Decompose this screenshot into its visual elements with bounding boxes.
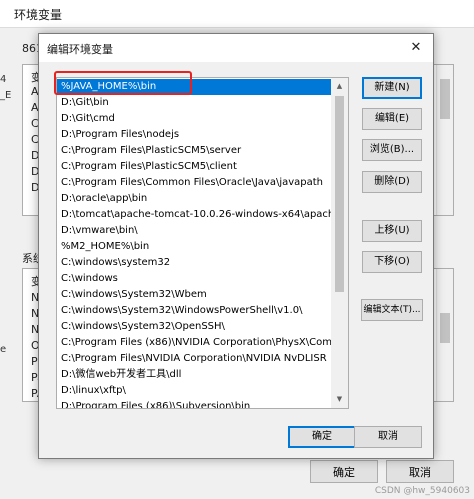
user-table-scrollbar[interactable] — [436, 65, 453, 215]
path-list[interactable]: %JAVA_HOME%\bin D:\Git\bin D:\Git\cmd D:… — [56, 77, 349, 409]
edit-button[interactable]: 编辑(E) — [362, 108, 422, 130]
path-list-item[interactable]: D:\微信web开发者工具\dll — [57, 367, 332, 383]
cancel-button[interactable]: 取消 — [354, 426, 422, 448]
path-list-item[interactable]: C:\Program Files\PlasticSCM5\client — [57, 159, 332, 175]
parent-title-bar: 环境变量 — [0, 0, 474, 28]
path-list-item[interactable]: D:\tomcat\apache-tomcat-10.0.26-windows-… — [57, 207, 332, 223]
path-list-item[interactable]: %JAVA_HOME%\bin — [57, 79, 332, 95]
path-list-scrollbar[interactable]: ▲ ▼ — [331, 78, 348, 408]
left-edge-text: _E — [0, 90, 12, 101]
path-list-item[interactable]: D:\vmware\bin\ — [57, 223, 332, 239]
path-list-item[interactable]: D:\Program Files (x86)\Subversion\bin — [57, 399, 332, 408]
path-list-item[interactable]: D:\oracle\app\bin — [57, 191, 332, 207]
path-list-item[interactable]: %M2_HOME%\bin — [57, 239, 332, 255]
dialog-title: 编辑环境变量 — [47, 43, 113, 56]
path-list-item[interactable]: D:\linux\xftp\ — [57, 383, 332, 399]
scrollbar-thumb[interactable] — [440, 313, 450, 343]
left-edge-text: 4 — [0, 74, 7, 85]
scroll-up-arrow-icon[interactable]: ▲ — [331, 78, 348, 95]
ok-button[interactable]: 确定 — [288, 426, 356, 448]
path-list-item[interactable]: C:\windows\system32 — [57, 255, 332, 271]
parent-window-title: 环境变量 — [14, 8, 63, 22]
watermark: CSDN @hw_5940603 — [374, 486, 470, 496]
move-down-button[interactable]: 下移(O) — [362, 251, 422, 273]
dialog-title-bar: 编辑环境变量 ✕ — [39, 34, 433, 62]
parent-ok-button[interactable]: 确定 — [310, 460, 378, 483]
system-table-scrollbar[interactable] — [436, 269, 453, 401]
edit-environment-variable-dialog: 编辑环境变量 ✕ %JAVA_HOME%\bin D:\Git\bin D:\G… — [38, 33, 434, 459]
path-list-item[interactable]: C:\windows — [57, 271, 332, 287]
scroll-down-arrow-icon[interactable]: ▼ — [331, 391, 348, 408]
scrollbar-thumb[interactable] — [335, 96, 344, 292]
browse-button[interactable]: 浏览(B)... — [362, 139, 422, 161]
parent-cancel-button[interactable]: 取消 — [386, 460, 454, 483]
scrollbar-thumb[interactable] — [440, 79, 450, 119]
path-list-item[interactable]: C:\windows\System32\WindowsPowerShell\v1… — [57, 303, 332, 319]
path-list-item[interactable]: C:\windows\System32\OpenSSH\ — [57, 319, 332, 335]
path-list-item[interactable]: C:\Program Files\Common Files\Oracle\Jav… — [57, 175, 332, 191]
system-row[interactable]: P — [31, 355, 38, 368]
delete-button[interactable]: 删除(D) — [362, 171, 422, 193]
new-button[interactable]: 新建(N) — [362, 77, 422, 99]
path-list-item[interactable]: C:\Program Files\NVIDIA Corporation\NVID… — [57, 351, 332, 367]
path-list-item[interactable]: C:\Program Files (x86)\NVIDIA Corporatio… — [57, 335, 332, 351]
left-edge-text: e — [0, 344, 7, 355]
path-list-item[interactable]: C:\Program Files\PlasticSCM5\server — [57, 143, 332, 159]
move-up-button[interactable]: 上移(U) — [362, 220, 422, 242]
path-list-item[interactable]: D:\Git\bin — [57, 95, 332, 111]
close-icon[interactable]: ✕ — [399, 34, 433, 62]
path-list-item[interactable]: D:\Program Files\nodejs — [57, 127, 332, 143]
path-list-item[interactable]: D:\Git\cmd — [57, 111, 332, 127]
path-list-item[interactable]: C:\windows\System32\Wbem — [57, 287, 332, 303]
edit-text-button[interactable]: 编辑文本(T)... — [361, 299, 423, 321]
